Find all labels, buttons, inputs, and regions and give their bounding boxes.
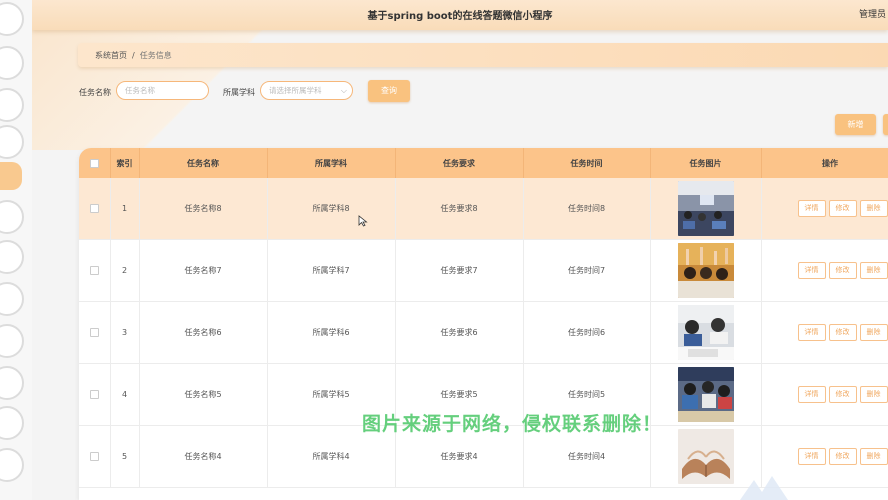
breadcrumb-bar: 系统首页 / 任务信息 <box>78 43 888 67</box>
sidebar-menu-item[interactable] <box>0 448 24 482</box>
row-checkbox[interactable] <box>89 390 99 399</box>
row-task-name: 任务名称6 <box>139 301 268 364</box>
breadcrumb-separator: / <box>132 51 135 60</box>
row-time: 任务时间6 <box>523 301 651 364</box>
delete-button[interactable]: 删除 <box>859 262 888 279</box>
header-index: 索引 <box>110 148 140 178</box>
sidebar-menu-item[interactable] <box>0 240 24 274</box>
sidebar-menu-item[interactable] <box>0 2 24 36</box>
task-table: 索引 任务名称 所属学科 任务要求 任务时间 任务图片 操作 1 任务名称8 所… <box>79 148 888 500</box>
row-requirement: 任务要求6 <box>395 301 524 364</box>
search-button[interactable]: 查询 <box>368 80 410 102</box>
edit-button[interactable]: 修改 <box>828 262 857 279</box>
detail-button[interactable]: 详情 <box>797 262 826 279</box>
table-row[interactable]: 2 任务名称7 所属学科7 任务要求7 任务时间7 详情 修改 删除 <box>79 239 888 302</box>
sidebar-menu-item[interactable] <box>0 88 24 122</box>
edit-button[interactable]: 修改 <box>828 324 857 341</box>
edit-button[interactable]: 修改 <box>828 200 857 217</box>
row-requirement: 任务要求7 <box>395 239 524 302</box>
delete-button[interactable]: 删除 <box>859 200 888 217</box>
admin-menu[interactable]: 管理员 <box>859 7 886 20</box>
header-subject: 所属学科 <box>267 148 396 178</box>
row-index: 2 <box>110 239 140 302</box>
delete-button[interactable]: 删除 <box>859 324 888 341</box>
breadcrumb: 系统首页 / 任务信息 <box>95 50 172 61</box>
row-checkbox[interactable] <box>89 328 99 337</box>
table-header-row: 索引 任务名称 所属学科 任务要求 任务时间 任务图片 操作 <box>79 148 888 178</box>
row-task-name: 任务名称4 <box>139 425 268 488</box>
row-task-name: 任务名称8 <box>139 178 268 240</box>
row-time: 任务时间7 <box>523 239 651 302</box>
row-checkbox[interactable] <box>89 452 99 461</box>
sidebar-menu-item[interactable] <box>0 46 24 80</box>
row-subject: 所属学科7 <box>267 239 396 302</box>
row-checkbox[interactable] <box>89 204 99 213</box>
detail-button[interactable]: 详情 <box>797 200 826 217</box>
task-image-students-writing[interactable] <box>677 305 734 360</box>
detail-button[interactable]: 详情 <box>797 386 826 403</box>
table-row[interactable]: 3 任务名称6 所属学科6 任务要求6 任务时间6 详情修改 删除 <box>79 301 888 364</box>
subject-search-label: 所属学科 <box>223 88 255 97</box>
chevron-down-icon: ⌵ <box>340 86 347 95</box>
row-index: 3 <box>110 301 140 364</box>
row-image-cell <box>650 301 762 364</box>
batch-delete-button[interactable] <box>883 114 888 135</box>
header-actions: 操作 <box>761 148 888 178</box>
row-actions: 详情 修改 删除 <box>761 239 888 302</box>
sidebar-active-item[interactable] <box>0 162 22 190</box>
task-image-classroom-students[interactable] <box>677 367 734 422</box>
row-image-cell <box>650 178 762 240</box>
table-row[interactable]: 1 任务名称8 所属学科8 任务要求8 任务时间8 详情修改 删除 <box>79 178 888 240</box>
subject-select-placeholder: 请选择所属学科 <box>269 86 322 95</box>
row-image-cell <box>650 239 762 302</box>
row-requirement: 任务要求8 <box>395 178 524 240</box>
row-checkbox[interactable] <box>89 266 99 275</box>
sidebar-menu-item[interactable] <box>0 406 24 440</box>
header-time: 任务时间 <box>523 148 651 178</box>
header-task-name: 任务名称 <box>139 148 268 178</box>
subject-select[interactable]: 请选择所属学科 ⌵ <box>260 81 353 100</box>
watermark-text: 图片来源于网络，侵权联系删除！ <box>362 413 663 435</box>
detail-button[interactable]: 详情 <box>797 448 826 465</box>
row-task-name: 任务名称5 <box>139 363 268 426</box>
sidebar-menu-item[interactable] <box>0 282 24 316</box>
sidebar-menu-item[interactable] <box>0 366 24 400</box>
row-index: 1 <box>110 178 140 240</box>
breadcrumb-current: 任务信息 <box>139 51 172 60</box>
row-subject: 所属学科6 <box>267 301 396 364</box>
breadcrumb-home[interactable]: 系统首页 <box>95 51 127 60</box>
task-image-raised-hands[interactable] <box>677 243 734 298</box>
header-requirement: 任务要求 <box>395 148 524 178</box>
select-all-cell[interactable] <box>79 148 111 178</box>
detail-button[interactable]: 详情 <box>797 324 826 341</box>
add-button[interactable]: 新增 <box>835 114 876 135</box>
edit-button[interactable]: 修改 <box>828 448 857 465</box>
mouse-pointer-icon <box>358 215 368 227</box>
select-all-checkbox[interactable] <box>89 158 99 168</box>
row-time: 任务时间8 <box>523 178 651 240</box>
sidebar-menu-item[interactable] <box>0 200 24 234</box>
task-image-classroom[interactable] <box>677 181 734 236</box>
watermark-logo-icon <box>740 476 788 500</box>
app-title: 基于spring boot的在线答题微信小程序 <box>367 11 553 22</box>
row-subject: 所属学科8 <box>267 178 396 240</box>
delete-button[interactable]: 删除 <box>859 386 888 403</box>
row-actions: 详情 修改 删除 <box>761 363 888 426</box>
sidebar-menu-item[interactable] <box>0 324 24 358</box>
top-bar: 基于spring boot的在线答题微信小程序 管理员 <box>32 0 888 30</box>
task-image-open-book[interactable] <box>677 429 734 484</box>
edit-button[interactable]: 修改 <box>828 386 857 403</box>
row-image-cell <box>650 363 762 426</box>
row-index: 4 <box>110 363 140 426</box>
row-actions: 详情 修改 删除 <box>761 301 888 364</box>
sidebar <box>0 0 33 500</box>
name-search-input[interactable]: 任务名称 <box>116 81 209 100</box>
row-task-name: 任务名称7 <box>139 239 268 302</box>
row-actions: 详情 修改 删除 <box>761 178 888 240</box>
name-search-label: 任务名称 <box>79 88 111 97</box>
sidebar-menu-item[interactable] <box>0 125 24 159</box>
row-index: 5 <box>110 425 140 488</box>
delete-button[interactable]: 删除 <box>859 448 888 465</box>
header-image: 任务图片 <box>650 148 762 178</box>
